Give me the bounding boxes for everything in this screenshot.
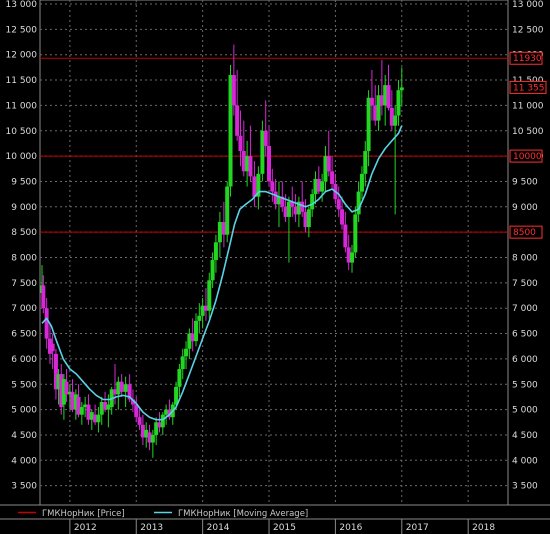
y-tick-label-left: 5 500	[11, 380, 37, 390]
y-tick-label-left: 6 000	[11, 355, 37, 365]
level-tag-label: 10000	[513, 152, 542, 162]
y-tick-label-left: 11 500	[6, 76, 38, 86]
y-tick-label-left: 9 500	[11, 177, 37, 187]
candle-body-up	[399, 87, 404, 91]
y-tick-label-left: 3 500	[11, 482, 37, 492]
x-tick-label: 2013	[140, 523, 163, 533]
y-tick-label-left: 8 500	[11, 228, 37, 238]
y-tick-label-right: 10 500	[512, 127, 544, 137]
candle-body-down	[270, 181, 275, 192]
y-tick-label-left: 11 000	[6, 101, 38, 111]
candle-body-up	[366, 97, 371, 152]
y-tick-label-right: 12 500	[512, 25, 544, 35]
y-tick-label-right: 13 000	[512, 0, 544, 10]
candle-body-up	[217, 222, 222, 243]
candle-body-up	[96, 414, 101, 423]
candle-body-up	[160, 414, 165, 428]
y-tick-label-left: 7 500	[11, 279, 37, 289]
chart-canvas: 13 000 12 500 12 000 11 500 11 000 10 500 10 0…	[0, 0, 550, 534]
candle-body-up	[210, 260, 215, 281]
y-tick-label-left: 13 000	[6, 0, 38, 10]
y-tick-label-right: 7 000	[512, 304, 538, 314]
candle-body-down	[343, 224, 348, 248]
candle-body-down	[44, 308, 49, 339]
level-tag-label: 8500	[513, 228, 536, 238]
x-tick-label: 2016	[339, 523, 362, 533]
candle-body-down	[267, 145, 272, 182]
candle-body-up	[180, 356, 185, 370]
legend: ГМКНорНик [Price] ГМКНорНик [Moving Avera…	[0, 504, 550, 519]
candle-body-down	[248, 156, 253, 177]
y-tick-label-right: 3 500	[512, 482, 538, 492]
candle-body-up	[207, 280, 212, 311]
candle-body-up	[150, 434, 155, 443]
y-tick-label-left: 6 500	[11, 330, 37, 340]
candle-body-down	[119, 381, 124, 392]
candle-body-up	[363, 151, 368, 174]
y-tick-label-left: 5 000	[11, 406, 37, 416]
candle-body-up	[396, 90, 401, 116]
candle-body-down	[238, 135, 243, 152]
last-price-tag-label: 11 355	[513, 83, 545, 93]
y-tick-label-left: 4 000	[11, 456, 37, 466]
y-tick-label-right: 4 000	[512, 456, 538, 466]
candle-body-up	[213, 242, 218, 261]
legend-label: ГМКНорНик [Moving Average]	[178, 509, 308, 519]
y-tick-label-left: 4 500	[11, 431, 37, 441]
y-tick-label-right: 6 000	[512, 355, 538, 365]
candle-body-down	[340, 209, 345, 225]
candle-body-up	[184, 348, 189, 357]
candle-body-up	[306, 209, 311, 228]
y-tick-label-right: 6 500	[512, 330, 538, 340]
candle-body-up	[353, 214, 358, 253]
x-tick-label: 2018	[472, 523, 495, 533]
candle-body-down	[137, 417, 142, 425]
candle-body-up	[356, 191, 361, 215]
candle-body-up	[359, 173, 364, 192]
candle-body-up	[350, 252, 354, 263]
y-tick-label-left: 10 500	[6, 127, 38, 137]
y-tick-label-right: 9 500	[512, 177, 538, 187]
y-tick-label-right: 4 500	[512, 431, 538, 441]
y-tick-label-right: 7 500	[512, 279, 538, 289]
y-tick-label-right: 5 500	[512, 380, 538, 390]
candle-body-up	[123, 384, 128, 392]
y-tick-label-left: 7 000	[11, 304, 37, 314]
candle-body-down	[369, 97, 374, 106]
candle-body-down	[336, 199, 341, 210]
x-tick-label: 2017	[406, 523, 429, 533]
y-tick-label-left: 8 000	[11, 254, 37, 264]
candle-body-up	[320, 181, 325, 192]
candle-body-down	[263, 130, 268, 146]
candle-body-up	[177, 369, 182, 387]
candle-body-down	[41, 285, 46, 309]
candle-body-down	[252, 176, 257, 197]
candle-body-up	[197, 315, 202, 321]
candle-body-down	[235, 105, 240, 136]
x-tick-label: 2015	[273, 523, 296, 533]
x-tick-label: 2012	[74, 523, 97, 533]
y-tick-label-left: 9 000	[11, 203, 37, 213]
candle-body-up	[79, 407, 84, 415]
candle-body-up	[194, 320, 198, 342]
x-tick-label: 2014	[207, 523, 230, 533]
candle-body-up	[174, 386, 179, 405]
y-tick-label-right: 5 000	[512, 406, 538, 416]
candle-body-down	[231, 74, 236, 106]
y-tick-label-left: 12 000	[6, 51, 38, 61]
y-tick-label-left: 12 500	[6, 25, 38, 35]
candle-body-up	[393, 115, 398, 126]
candle-body-down	[326, 156, 331, 172]
y-tick-label-right: 9 000	[512, 203, 538, 213]
legend-label: ГМКНорНик [Price]	[42, 509, 125, 519]
level-tag-label: 11930	[513, 54, 542, 64]
candle-body-up	[225, 186, 230, 235]
y-tick-label-left: 10 000	[6, 152, 38, 162]
y-tick-label-right: 11 000	[512, 101, 544, 111]
candle-body-down	[386, 85, 391, 108]
y-tick-label-right: 8 000	[512, 254, 538, 264]
candle-body-down	[330, 171, 335, 184]
candle-body-up	[310, 194, 315, 210]
candle-body-down	[50, 343, 55, 352]
